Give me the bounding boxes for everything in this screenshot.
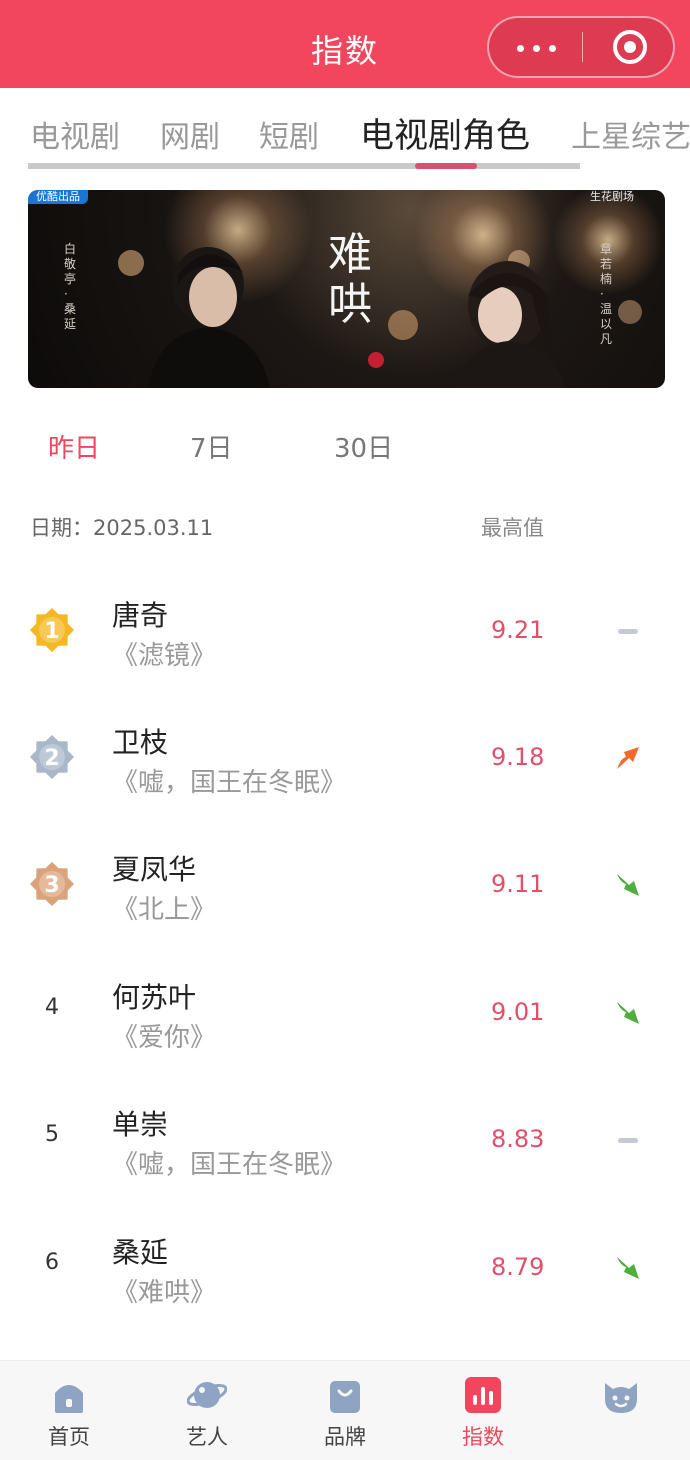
bokeh-light [388, 310, 418, 340]
period-tab-30-days[interactable]: 30日 [334, 428, 393, 465]
nav-item-index[interactable]: 指数 [414, 1361, 552, 1460]
mascot-face-icon [605, 1383, 637, 1413]
max-score: 8.83 [491, 1125, 545, 1153]
nav-label-home: 首页 [48, 1425, 90, 1449]
trend-down-icon [617, 1002, 639, 1024]
app-root: 指数 电视剧 网剧 短剧 电视剧角色 上星综艺 优酷出品 生花剧场 难哄 白敬亭… [0, 0, 690, 1460]
drama-title: 《爱你》 [112, 1023, 217, 1053]
red-seal-mark [368, 352, 384, 368]
actress-figure-right [454, 261, 566, 388]
drama-title: 《北上》 [112, 895, 217, 925]
ranking-row[interactable]: 6 桑延《难哄》 8.79 [0, 1205, 690, 1325]
period-tab-yesterday[interactable]: 昨日 [48, 428, 100, 465]
nav-item-artists[interactable]: 艺人 [138, 1361, 276, 1460]
max-score: 9.21 [491, 616, 545, 644]
planet-icon [187, 1382, 227, 1408]
nav-label-index: 指数 [462, 1425, 504, 1449]
nav-item-brands[interactable]: 品牌 [276, 1361, 414, 1460]
tab-scroll-indicator [415, 163, 477, 169]
role-name: 唐奇 [112, 599, 169, 632]
ranking-row[interactable]: 5 单崇《嘘，国王在冬眠》 8.83 [0, 1077, 690, 1197]
banner-drama-title: 难哄 [328, 229, 372, 330]
close-program-button[interactable] [613, 30, 647, 64]
max-score: 8.79 [491, 1253, 545, 1281]
theater-badge: 生花剧场 [590, 190, 634, 203]
drama-title: 《难哄》 [112, 1278, 217, 1308]
tab-web-drama[interactable]: 网剧 [160, 112, 220, 156]
studio-badge: 优酷出品 [28, 190, 88, 204]
drama-title: 《嘘，国王在冬眠》 [112, 1150, 347, 1180]
rank-number: 5 [45, 1122, 59, 1147]
banner-credit-left: 白敬亭·桑延 [64, 242, 77, 331]
ranking-row[interactable]: 2 卫枝《嘘，国王在冬眠》 9.18 [0, 695, 690, 815]
tab-satellite-variety[interactable]: 上星综艺 [571, 112, 690, 156]
max-score: 9.18 [491, 743, 545, 771]
tab-tv-drama-roles[interactable]: 电视剧角色 [360, 108, 530, 157]
rank-medal-gold-icon: 1 [30, 608, 74, 652]
rank-medal-bronze-icon: 3 [30, 862, 74, 906]
promo-banner[interactable]: 优酷出品 生花剧场 难哄 白敬亭·桑延 章若楠·温以凡 [28, 190, 665, 388]
role-name: 桑延 [112, 1236, 169, 1269]
role-name: 何苏叶 [112, 981, 197, 1014]
more-menu-button[interactable] [503, 18, 579, 76]
period-tab-7-days[interactable]: 7日 [190, 428, 233, 465]
actor-figure-left [148, 247, 270, 388]
max-score: 9.11 [491, 870, 545, 898]
tab-scroll-track[interactable] [28, 163, 580, 169]
bokeh-light [618, 300, 642, 324]
ranking-row[interactable]: 4 何苏叶《爱你》 9.01 [0, 950, 690, 1070]
rank-number: 1 [44, 619, 59, 644]
capsule-divider [582, 32, 583, 62]
nav-item-profile[interactable] [552, 1361, 690, 1460]
shopping-bag-icon [330, 1381, 360, 1413]
trend-up-icon [617, 747, 639, 769]
drama-title: 《嘘，国王在冬眠》 [112, 768, 347, 798]
banner-credit-right: 章若楠·温以凡 [600, 242, 613, 346]
home-icon [55, 1385, 83, 1413]
trend-flat-icon [618, 629, 638, 634]
trend-down-icon [617, 874, 639, 896]
bottom-nav: 首页 艺人 品牌 指数 [0, 1360, 690, 1460]
rank-number: 6 [45, 1250, 59, 1275]
rank-number: 2 [44, 746, 59, 771]
nav-item-home[interactable]: 首页 [0, 1361, 138, 1460]
role-name: 夏凤华 [112, 853, 197, 886]
max-value-column-header: 最高值 [481, 516, 544, 540]
trend-flat-icon [618, 1138, 638, 1143]
tab-short-drama[interactable]: 短剧 [259, 112, 319, 156]
max-score: 9.01 [491, 998, 545, 1026]
date-label: 日期：2025.03.11 [30, 516, 214, 540]
role-name: 单崇 [112, 1108, 169, 1141]
rank-medal-silver-icon: 2 [30, 735, 74, 779]
nav-label-artists: 艺人 [186, 1425, 228, 1449]
rank-number: 4 [45, 995, 59, 1020]
ranking-row[interactable]: 1 唐奇《滤镜》 9.21 [0, 568, 690, 688]
role-name: 卫枝 [112, 726, 169, 759]
mini-program-capsule [487, 16, 675, 78]
bar-chart-icon [465, 1377, 501, 1413]
ranking-row[interactable]: 3 夏凤华《北上》 9.11 [0, 822, 690, 942]
drama-title: 《滤镜》 [112, 641, 217, 671]
top-bar: 指数 [0, 0, 690, 88]
rank-number: 3 [44, 873, 59, 898]
trend-down-icon [617, 1257, 639, 1279]
nav-label-brands: 品牌 [324, 1425, 366, 1449]
tab-tv-drama[interactable]: 电视剧 [30, 112, 120, 156]
